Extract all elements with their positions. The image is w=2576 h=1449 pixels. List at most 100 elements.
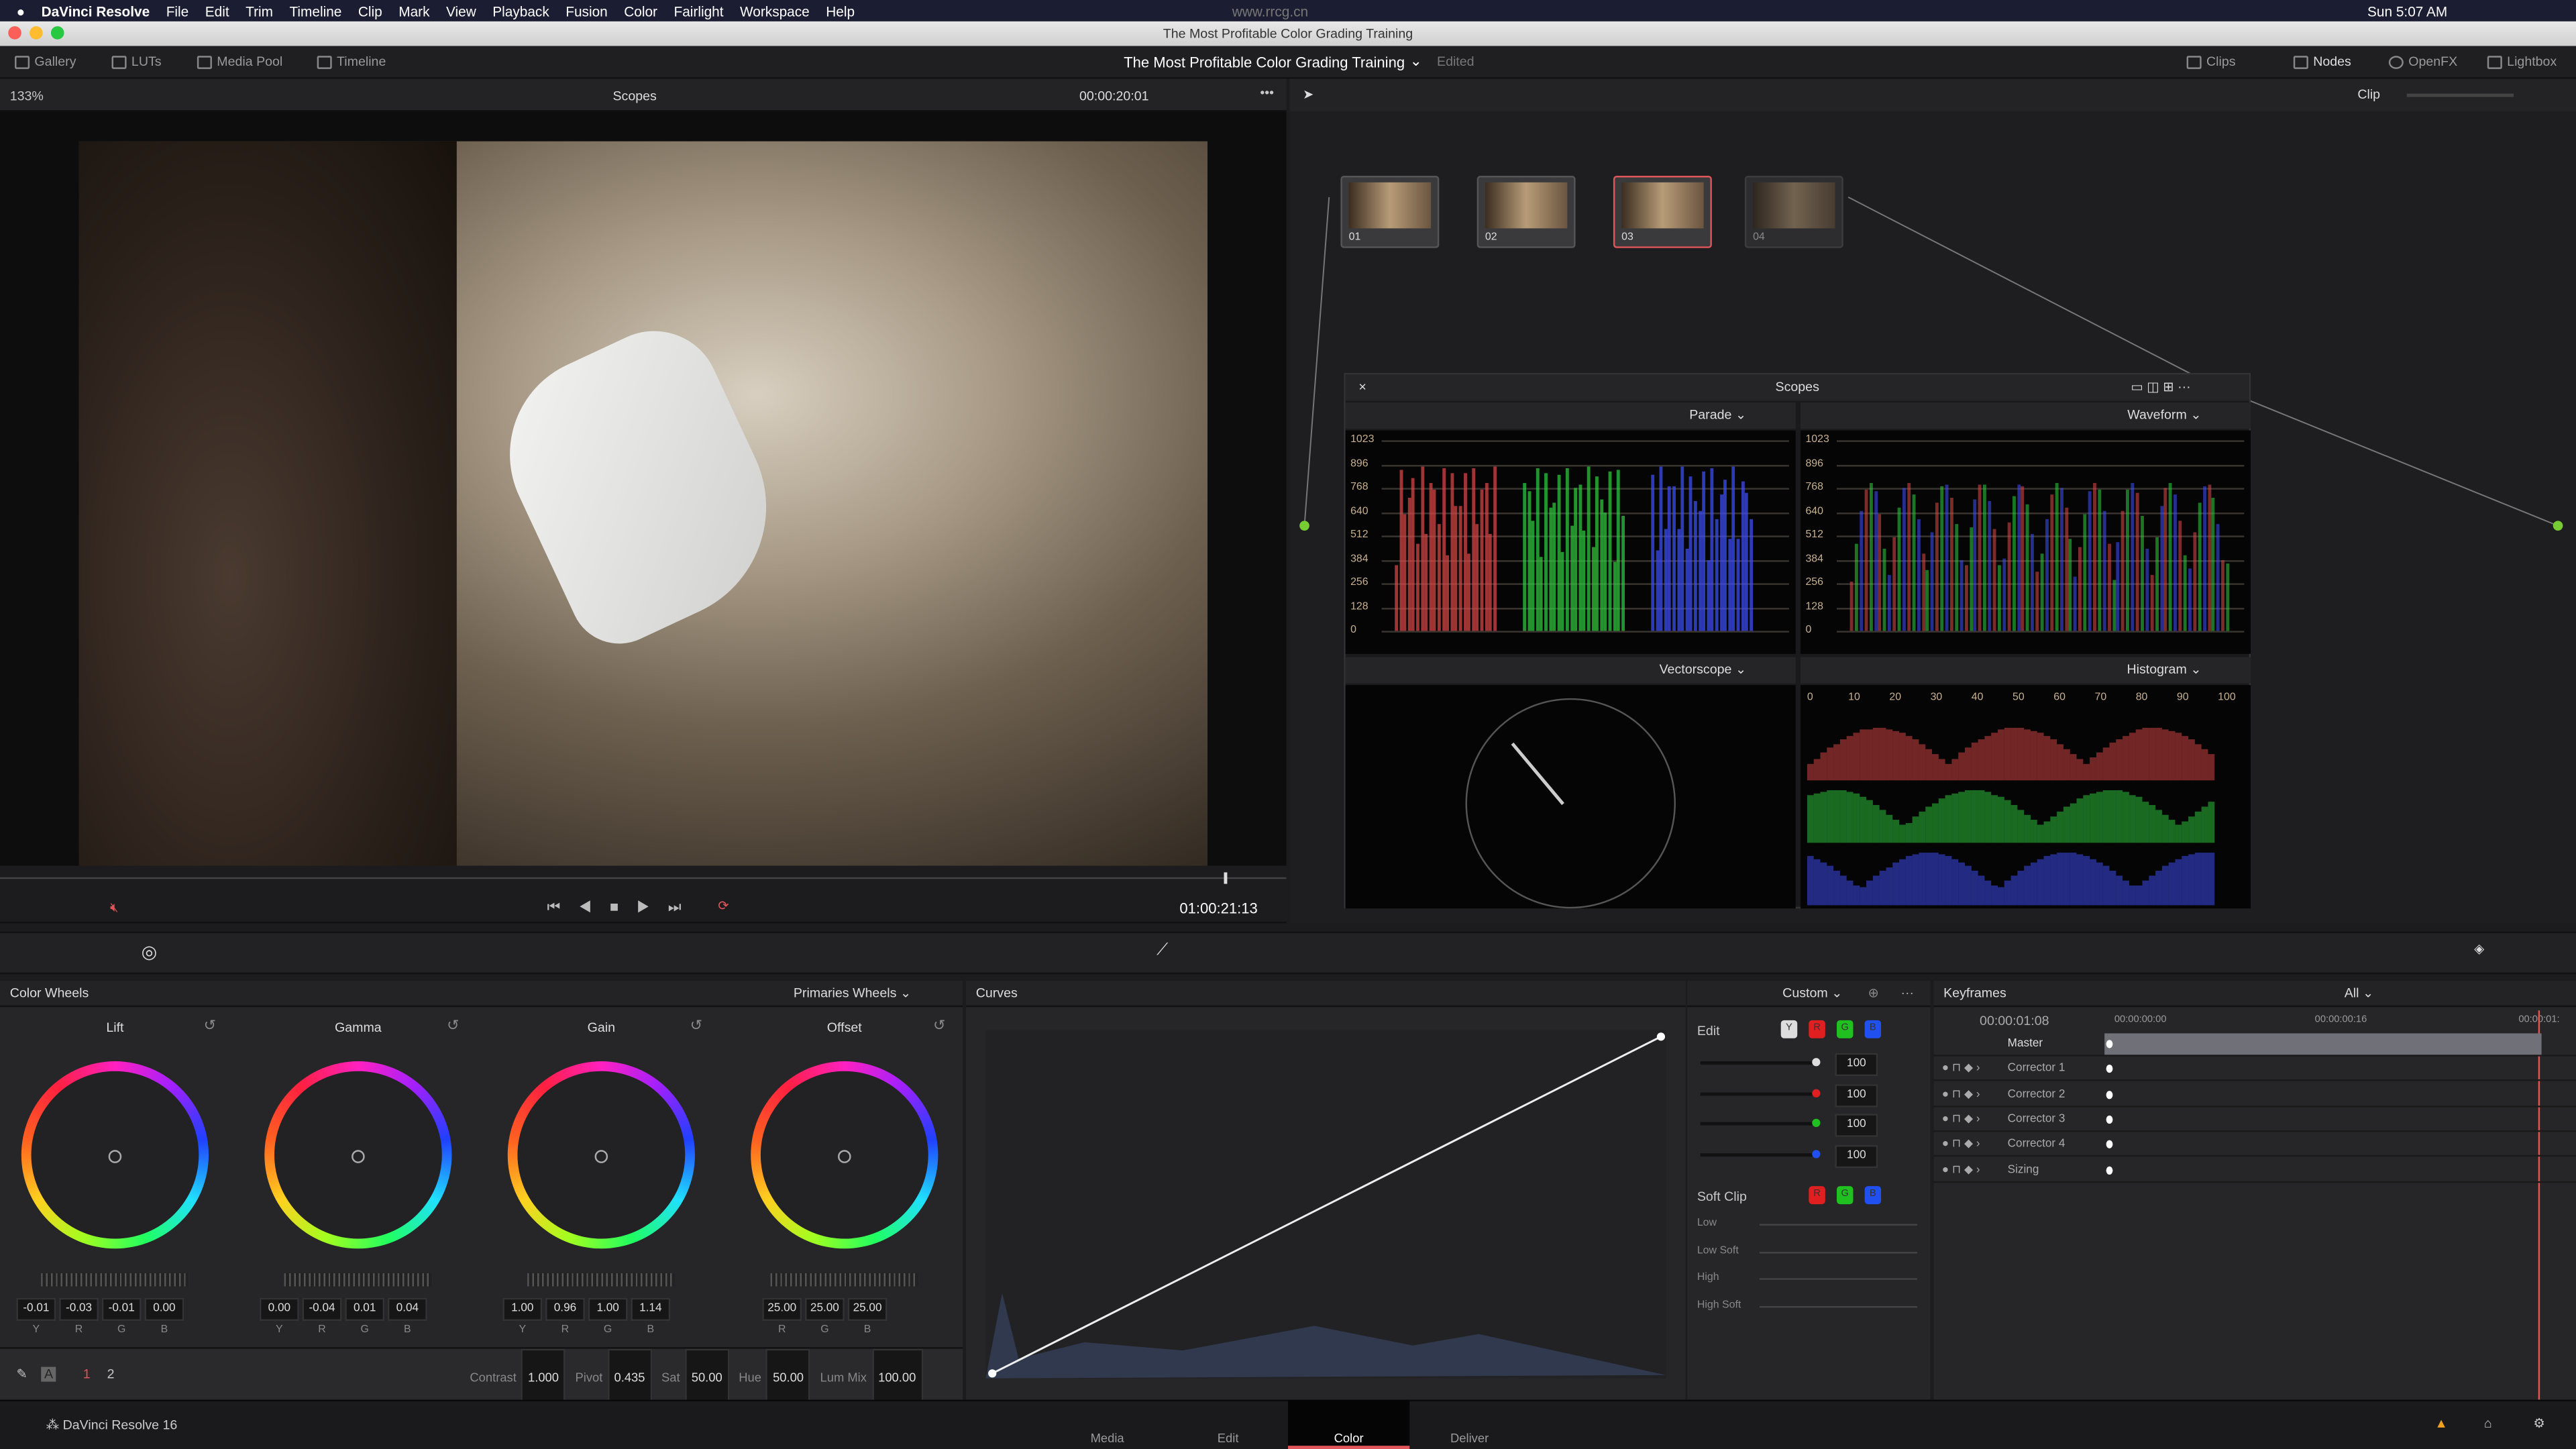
wheel-value-r[interactable]: -0.04 (302, 1297, 342, 1321)
menu-file[interactable]: File (166, 3, 189, 19)
histogram-dropdown[interactable]: Histogram ⌄ (1801, 657, 2251, 684)
master-wheel-slider[interactable] (527, 1273, 676, 1287)
softclip-button-b[interactable]: B (1864, 1186, 1882, 1205)
softclip-slider[interactable] (1759, 1305, 1917, 1307)
wheels-mode-dropdown[interactable]: Primaries Wheels ⌄ (794, 981, 911, 1007)
more-icon[interactable]: ··· (1900, 981, 1914, 1007)
slider-knob[interactable] (1812, 1058, 1821, 1067)
curves-palette-icon[interactable]: ⟋ (1157, 941, 1168, 959)
keyframe-dot[interactable] (2106, 1140, 2113, 1149)
node-zoom-slider[interactable] (2406, 93, 2514, 97)
mute-icon[interactable]: 🔇︎ (110, 900, 118, 916)
parade-dropdown[interactable]: Parade ⌄ (1345, 402, 1796, 429)
wheel-value-g[interactable]: -0.01 (101, 1297, 142, 1321)
keyframe-row[interactable]: ● ⊓ ◆ › Corrector 3 (1933, 1107, 2576, 1132)
keyframe-row[interactable]: ● ⊓ ◆ › Corrector 2 (1933, 1082, 2576, 1107)
keyframes-palette-icon[interactable]: ◈ (2474, 941, 2484, 956)
home-icon[interactable]: ⌂ (2484, 1416, 2492, 1431)
softclip-slider[interactable] (1759, 1278, 1917, 1280)
intensity-value[interactable]: 100 (1835, 1053, 1878, 1077)
node-mode-dropdown[interactable]: Clip (2357, 87, 2380, 102)
softclip-slider[interactable] (1759, 1250, 1917, 1253)
auto-balance-button[interactable]: A (41, 1366, 56, 1382)
openfx-button[interactable]: OpenFX (2388, 54, 2457, 69)
settings-icon[interactable]: ⚙ (2533, 1416, 2545, 1431)
master-wheel-slider[interactable] (41, 1273, 189, 1287)
vectorscope-dropdown[interactable]: Vectorscope ⌄ (1345, 657, 1796, 684)
reset-icon[interactable]: ↺ (447, 1017, 459, 1035)
wheel-value-b[interactable]: 1.14 (631, 1297, 671, 1321)
wheels-page-1[interactable]: 1 (83, 1367, 91, 1382)
intensity-slider[interactable] (1700, 1061, 1819, 1065)
lightbox-button[interactable]: Lightbox (2487, 54, 2557, 69)
wheel-value-r[interactable]: 25.00 (762, 1297, 802, 1321)
intensity-slider[interactable] (1700, 1091, 1819, 1095)
channel-button-b[interactable]: B (1864, 1020, 1882, 1038)
softclip-button-r[interactable]: R (1809, 1186, 1825, 1205)
add-preset-icon[interactable]: ⊕ (1868, 981, 1879, 1007)
apple-icon[interactable]: ● (16, 3, 25, 19)
wheel-value-y[interactable]: 0.00 (259, 1297, 299, 1321)
warning-icon[interactable]: ▲ (2434, 1416, 2447, 1431)
intensity-slider[interactable] (1700, 1122, 1819, 1126)
menu-workspace[interactable]: Workspace (740, 3, 810, 19)
app-menu[interactable]: DaVinci Resolve (42, 3, 150, 19)
wheel-value-b[interactable]: 25.00 (847, 1297, 888, 1321)
menu-playback[interactable]: Playback (492, 3, 549, 19)
row-controls[interactable]: ● ⊓ ◆ › (1942, 1157, 1980, 1182)
intensity-value[interactable]: 100 (1835, 1083, 1878, 1107)
row-controls[interactable]: ● ⊓ ◆ › (1942, 1107, 1980, 1132)
menu-timeline[interactable]: Timeline (289, 3, 341, 19)
reset-icon[interactable]: ↺ (690, 1017, 702, 1035)
menu-view[interactable]: View (446, 3, 476, 19)
menu-mark[interactable]: Mark (398, 3, 429, 19)
layout-icons[interactable]: ▭ ◫ ⊞ ··· (2131, 374, 2190, 400)
keyframe-dot[interactable] (2106, 1165, 2113, 1174)
curves-mode-dropdown[interactable]: Custom ⌄ (1782, 981, 1842, 1007)
wheel-value-g[interactable]: 0.01 (345, 1297, 385, 1321)
picker-icon[interactable]: ✎ (16, 1367, 27, 1382)
menu-fairlight[interactable]: Fairlight (674, 3, 723, 19)
wheel-value-g[interactable]: 1.00 (588, 1297, 628, 1321)
menu-edit[interactable]: Edit (205, 3, 229, 19)
softclip-slider[interactable] (1759, 1224, 1917, 1226)
keyframe-dot[interactable] (2106, 1040, 2113, 1049)
wheel-value-r[interactable]: 0.96 (545, 1297, 585, 1321)
keyframe-row[interactable]: Master (1933, 1032, 2576, 1057)
wheel-puck[interactable] (837, 1150, 851, 1163)
gallery-button[interactable]: Gallery (15, 54, 76, 69)
close-button[interactable] (8, 26, 21, 40)
page-tab-media[interactable]: Media (1046, 1400, 1168, 1449)
wheel-value-r[interactable]: -0.03 (59, 1297, 99, 1321)
menu-trim[interactable]: Trim (246, 3, 273, 19)
slider-knob[interactable] (1812, 1088, 1821, 1097)
media-pool-button[interactable]: Media Pool (197, 54, 282, 69)
project-title[interactable]: The Most Profitable Color Grading Traini… (1124, 52, 1474, 70)
luts-button[interactable]: LUTs (111, 54, 162, 69)
wheels-page-2[interactable]: 2 (107, 1367, 115, 1382)
menu-fusion[interactable]: Fusion (566, 3, 607, 19)
master-wheel-slider[interactable] (284, 1273, 433, 1287)
clips-button[interactable]: Clips (2186, 54, 2236, 69)
wheel-puck[interactable] (352, 1150, 365, 1163)
menu-clip[interactable]: Clip (358, 3, 382, 19)
row-controls[interactable]: ● ⊓ ◆ › (1942, 1082, 1980, 1107)
viewer-scrubber[interactable] (0, 865, 1287, 896)
page-tab-deliver[interactable]: Deliver (1409, 1400, 1530, 1449)
keyframe-dot[interactable] (2106, 1090, 2113, 1099)
loop-icon[interactable]: ⟳ (718, 899, 729, 914)
keyframe-row[interactable]: ● ⊓ ◆ › Corrector 1 (1933, 1057, 2576, 1082)
source-timecode[interactable]: 00:00:20:01 (1079, 89, 1149, 103)
slider-knob[interactable] (1812, 1149, 1821, 1158)
more-icon[interactable]: ••• (1260, 85, 1274, 100)
color-wheels-palette-icon[interactable]: ◎ (142, 941, 158, 963)
master-wheel-slider[interactable] (770, 1273, 918, 1287)
menu-help[interactable]: Help (826, 3, 855, 19)
wheel-value-y[interactable]: 1.00 (502, 1297, 543, 1321)
playhead[interactable] (1224, 872, 1228, 884)
viewer-mode-dropdown[interactable]: Scopes (612, 89, 656, 103)
pointer-tool-icon[interactable]: ➤ (1303, 87, 1313, 102)
wheel-value-b[interactable]: 0.04 (387, 1297, 427, 1321)
waveform-dropdown[interactable]: Waveform ⌄ (1801, 402, 2251, 429)
zoom-level[interactable]: 133% (10, 89, 44, 103)
